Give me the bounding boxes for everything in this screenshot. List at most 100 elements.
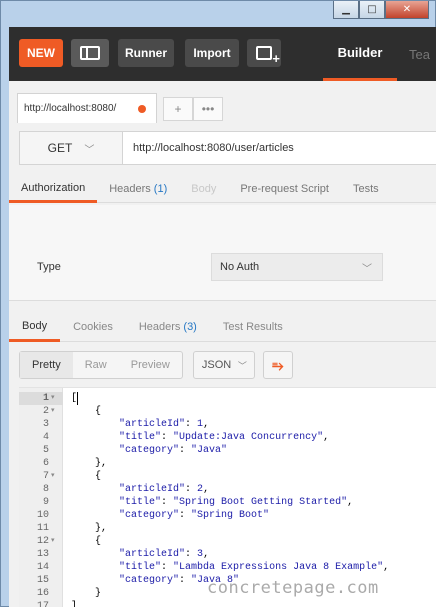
fold-arrow-icon[interactable]: ▾ [51, 470, 55, 483]
tab-tests[interactable]: Tests [341, 175, 391, 203]
tab-response-headers[interactable]: Headers (3) [126, 312, 210, 342]
code-line: 12 ▾ { [19, 535, 436, 548]
line-number: 14 [36, 562, 49, 573]
sidebar-toggle-icon [80, 46, 100, 60]
add-tab-button[interactable]: + [163, 97, 193, 121]
code-line: 7 ▾ { [19, 470, 436, 483]
line-number: 15 [36, 575, 49, 586]
code-line: 3 "articleId": 1, [19, 418, 436, 431]
tab-builder[interactable]: Builder [323, 27, 397, 81]
line-number: 1 [42, 393, 49, 404]
pretty-button[interactable]: Pretty [20, 352, 73, 378]
sidebar-toggle-button[interactable] [71, 39, 109, 67]
code-text: "category": "Spring Boot" [119, 510, 270, 521]
method-value: GET [47, 141, 73, 155]
response-headers-count: (3) [183, 321, 197, 333]
code-line: 2 ▾ { [19, 405, 436, 418]
response-tabs: Body Cookies Headers (3) Test Results [9, 312, 436, 342]
tab-authorization[interactable]: Authorization [9, 175, 98, 203]
runner-button[interactable]: Runner [118, 39, 174, 67]
maximize-icon[interactable]: □ [359, 1, 385, 19]
chevron-down-icon: ﹀ [84, 144, 95, 156]
window-controls: ▁ □ ✕ [333, 1, 429, 20]
code-line: 4 "title": "Update:Java Concurrency", [19, 431, 436, 444]
auth-type-select[interactable]: No Auth ﹀ [211, 253, 383, 281]
code-text: "articleId": 3, [119, 549, 210, 560]
code-text: "title": "Spring Boot Getting Started", [119, 497, 354, 508]
auth-type-value: No Auth [220, 261, 260, 273]
preview-button[interactable]: Preview [119, 352, 182, 378]
line-number: 17 [36, 601, 49, 607]
tab-response-headers-label: Headers [138, 321, 181, 333]
new-window-button[interactable] [247, 39, 281, 67]
line-number: 8 [42, 484, 49, 495]
line-number: 10 [36, 510, 49, 521]
response-code-editor[interactable]: 1 ▾[2 ▾ {3 "articleId": 1, 4 "title": "Upda… [19, 387, 436, 607]
tab-headers[interactable]: Headers (1) [97, 175, 179, 203]
code-line: 14 "title": "Lambda Expressions Java 8 E… [19, 561, 436, 574]
line-number: 2 [42, 406, 49, 417]
view-mode-group: Pretty Raw Preview [19, 351, 183, 379]
new-button[interactable]: NEW [19, 39, 63, 67]
unsaved-dot-icon [138, 105, 146, 113]
line-number: 13 [36, 549, 49, 560]
code-text: ] [71, 601, 78, 607]
raw-button[interactable]: Raw [73, 352, 119, 378]
line-number: 6 [42, 458, 49, 469]
auth-panel: Type No Auth ﹀ [9, 205, 436, 301]
new-window-icon [256, 46, 280, 66]
chevron-down-icon: ﹀ [237, 360, 247, 371]
code-text: "articleId": 1, [119, 419, 210, 430]
code-line: 11 }, [19, 522, 436, 535]
code-text: { [71, 536, 102, 547]
line-number: 9 [42, 497, 49, 508]
code-text: "title": "Lambda Expressions Java 8 Exam… [119, 562, 390, 573]
request-tab[interactable]: http://localhost:8080/ [17, 93, 157, 123]
format-select[interactable]: JSON ﹀ [192, 351, 255, 379]
code-text: { [71, 471, 102, 482]
request-tab-label: http://localhost:8080/ [24, 103, 117, 114]
code-text: }, [71, 458, 108, 469]
tab-body[interactable]: Body [179, 175, 228, 203]
request-subtabs: Authorization Headers (1) Body Pre-reques… [9, 175, 436, 203]
tab-prerequest-script[interactable]: Pre-request Script [228, 175, 341, 203]
line-number: 11 [36, 523, 49, 534]
url-bar: GET ﹀ http://localhost:8080/user/article… [19, 131, 436, 165]
line-number: 5 [42, 445, 49, 456]
minimize-icon[interactable]: ▁ [333, 1, 359, 19]
fold-arrow-icon[interactable]: ▾ [51, 392, 55, 405]
tab-cookies[interactable]: Cookies [60, 312, 126, 342]
tab-options-button[interactable]: ••• [193, 97, 223, 121]
code-line: 5 "category": "Java" [19, 444, 436, 457]
request-tab-row: http://localhost:8080/ + ••• [17, 93, 223, 123]
tab-team[interactable]: Tea [409, 27, 430, 81]
wrap-lines-icon: ⥱ [272, 356, 284, 373]
code-line: 6 }, [19, 457, 436, 470]
chevron-down-icon: ﹀ [362, 263, 372, 275]
code-text: "articleId": 2, [119, 484, 210, 495]
auth-type-label: Type [37, 261, 61, 273]
code-line: 10 "category": "Spring Boot" [19, 509, 436, 522]
line-number: 7 [42, 471, 49, 482]
code-text: "title": "Update:Java Concurrency", [119, 432, 330, 443]
close-icon[interactable]: ✕ [385, 1, 429, 19]
code-line: 8 "articleId": 2, [19, 483, 436, 496]
method-select[interactable]: GET ﹀ [19, 131, 123, 165]
text-cursor [77, 392, 78, 405]
top-header: NEW Runner Import Builder Tea [9, 27, 436, 81]
tab-headers-label: Headers [109, 183, 151, 195]
code-line: 17] [19, 600, 436, 607]
import-button[interactable]: Import [185, 39, 239, 67]
code-text: "category": "Java" [119, 445, 228, 456]
url-input[interactable]: http://localhost:8080/user/articles [123, 131, 436, 165]
line-number: 16 [36, 588, 49, 599]
fold-arrow-icon[interactable]: ▾ [51, 535, 55, 548]
fold-arrow-icon[interactable]: ▾ [51, 405, 55, 418]
tab-test-results[interactable]: Test Results [210, 312, 296, 342]
postman-app: NEW Runner Import Builder Tea http://loc… [9, 27, 436, 607]
watermark: concretepage.com [207, 578, 379, 598]
code-text: }, [71, 523, 108, 534]
tab-response-body[interactable]: Body [9, 312, 61, 342]
wrap-lines-button[interactable]: ⥱ [262, 351, 293, 379]
code-line: 1 ▾[ [19, 392, 436, 405]
